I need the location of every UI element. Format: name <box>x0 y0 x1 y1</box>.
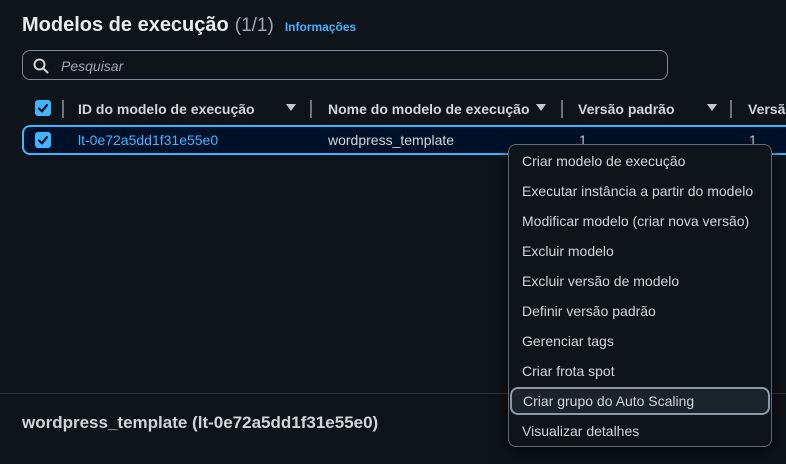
template-name-cell: wordpress_template <box>328 132 455 148</box>
search-box[interactable] <box>22 50 668 81</box>
row-checkbox[interactable] <box>35 132 51 148</box>
menu-item-delete-template[interactable]: Excluir modelo <box>510 237 770 265</box>
menu-item-create-template[interactable]: Criar modelo de execução <box>510 147 770 175</box>
search-icon <box>33 58 49 74</box>
actions-dropdown-menu: Criar modelo de execução Executar instân… <box>508 144 772 447</box>
column-header-default-version[interactable]: Versão padrão <box>578 94 675 124</box>
menu-item-manage-tags[interactable]: Gerenciar tags <box>510 327 770 355</box>
info-link[interactable]: Informações <box>285 20 356 34</box>
menu-item-launch-instance[interactable]: Executar instância a partir do modelo <box>510 177 770 205</box>
menu-item-create-spot-fleet[interactable]: Criar frota spot <box>510 357 770 385</box>
column-header-name[interactable]: Nome do modelo de execução <box>328 94 530 124</box>
selection-count: (1/1) <box>234 15 274 36</box>
details-panel-title: wordpress_template (lt-0e72a5dd1f31e55e0… <box>22 413 379 432</box>
menu-item-view-details[interactable]: Visualizar detalhes <box>510 417 770 445</box>
column-separator <box>62 100 64 118</box>
menu-item-delete-version[interactable]: Excluir versão de modelo <box>510 267 770 295</box>
sort-caret-down-icon[interactable] <box>286 104 296 111</box>
menu-item-modify-template[interactable]: Modificar modelo (criar nova versão) <box>510 207 770 235</box>
template-id-link[interactable]: lt-0e72a5dd1f31e55e0 <box>78 127 218 153</box>
page-title: Modelos de execução <box>22 14 229 36</box>
table-header: ID do modelo de execução Nome do modelo … <box>22 94 786 124</box>
search-input[interactable] <box>59 51 663 81</box>
column-separator[interactable] <box>310 100 312 118</box>
page-header: Modelos de execução (1/1) Informações <box>22 14 356 37</box>
menu-item-set-default-version[interactable]: Definir versão padrão <box>510 297 770 325</box>
select-all-checkbox[interactable] <box>35 100 51 116</box>
column-header-latest-version[interactable]: Versão <box>748 94 786 124</box>
sort-caret-down-icon[interactable] <box>707 104 717 111</box>
column-separator[interactable] <box>730 100 732 118</box>
column-separator[interactable] <box>561 100 563 118</box>
checkbox-checked-icon <box>37 135 49 145</box>
column-header-id[interactable]: ID do modelo de execução <box>78 94 255 124</box>
checkbox-checked-icon <box>37 103 49 113</box>
sort-caret-down-icon[interactable] <box>536 104 546 111</box>
menu-item-create-auto-scaling-group[interactable]: Criar grupo do Auto Scaling <box>510 387 770 415</box>
